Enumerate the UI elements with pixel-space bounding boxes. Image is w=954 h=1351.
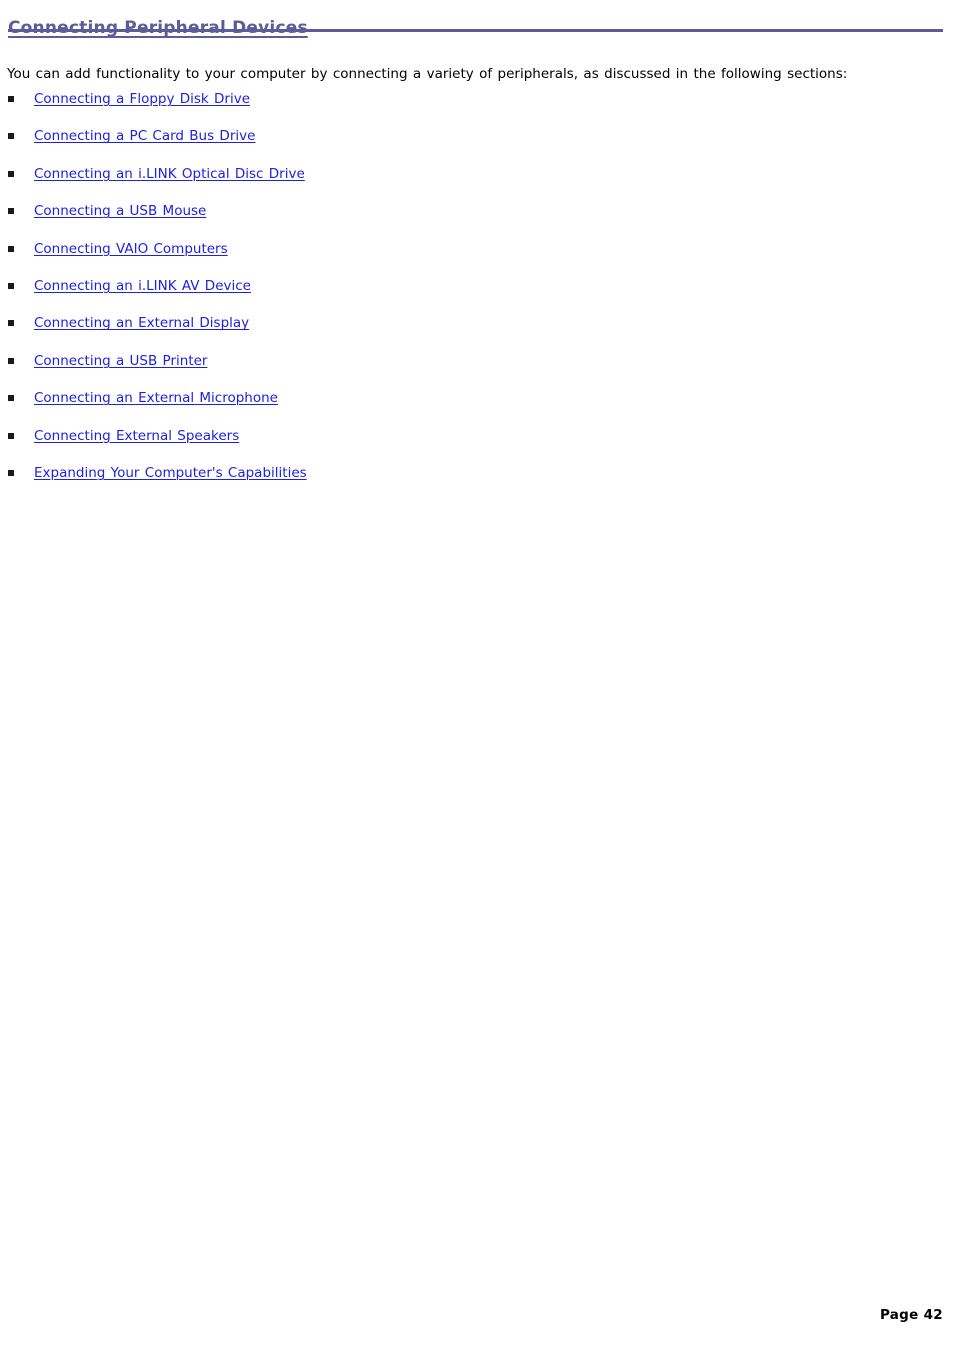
bullet-square-icon <box>8 469 14 476</box>
section-link[interactable]: Connecting VAIO Computers <box>34 240 228 258</box>
list-item: Connecting a Floppy Disk Drive <box>0 88 954 125</box>
heading-divider <box>8 29 943 32</box>
list-item: Connecting a USB Printer <box>0 350 954 387</box>
bullet-square-icon <box>8 320 14 327</box>
bullet-square-icon <box>8 96 14 102</box>
section-link[interactable]: Connecting a USB Mouse <box>34 202 206 220</box>
list-item: Expanding Your Computer's Capabilities <box>0 462 954 499</box>
section-link[interactable]: Connecting an i.LINK AV Device <box>34 277 251 295</box>
bullet-square-icon <box>8 432 14 439</box>
section-link[interactable]: Connecting a PC Card Bus Drive <box>34 127 255 145</box>
list-item: Connecting an External Display <box>0 312 954 349</box>
list-item: Connecting VAIO Computers <box>0 238 954 275</box>
list-item: Connecting an External Microphone <box>0 387 954 424</box>
document-page: Connecting Peripheral Devices You can ad… <box>0 0 954 1351</box>
section-link[interactable]: Connecting a USB Printer <box>34 352 207 370</box>
bullet-square-icon <box>8 357 14 364</box>
bullet-square-icon <box>8 170 14 177</box>
intro-paragraph: You can add functionality to your comput… <box>7 65 848 82</box>
section-link[interactable]: Connecting an External Display <box>34 314 249 332</box>
section-link[interactable]: Expanding Your Computer's Capabilities <box>34 464 307 482</box>
list-item: Connecting External Speakers <box>0 425 954 462</box>
section-link[interactable]: Connecting an i.LINK Optical Disc Drive <box>34 165 305 183</box>
section-link[interactable]: Connecting an External Microphone <box>34 389 278 407</box>
list-item: Connecting an i.LINK Optical Disc Drive <box>0 163 954 200</box>
section-link-list: Connecting a Floppy Disk Drive Connectin… <box>0 88 954 499</box>
bullet-square-icon <box>8 282 14 289</box>
list-item: Connecting a PC Card Bus Drive <box>0 125 954 162</box>
section-link[interactable]: Connecting a Floppy Disk Drive <box>34 90 250 108</box>
list-item: Connecting an i.LINK AV Device <box>0 275 954 312</box>
bullet-square-icon <box>8 395 14 402</box>
bullet-square-icon <box>8 245 14 252</box>
bullet-square-icon <box>8 208 14 215</box>
page-number: Page 42 <box>879 1307 943 1323</box>
bullet-square-icon <box>8 133 14 140</box>
section-link[interactable]: Connecting External Speakers <box>34 427 239 445</box>
list-item: Connecting a USB Mouse <box>0 200 954 237</box>
